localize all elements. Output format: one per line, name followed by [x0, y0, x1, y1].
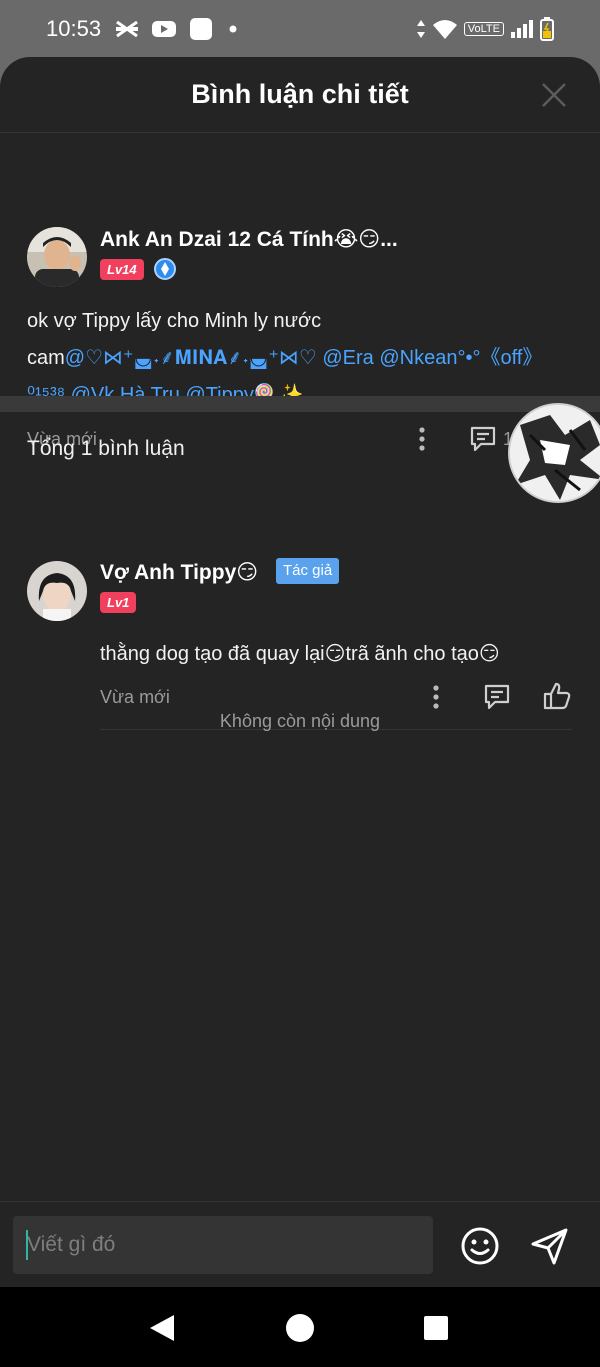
system-navigation-bar — [0, 1287, 600, 1367]
total-comments-label: Tổng 1 bình luận — [27, 437, 185, 460]
level-badge: Lv1 — [100, 592, 137, 613]
wifi-icon — [432, 20, 457, 39]
section-divider — [0, 396, 600, 412]
status-notification-icons — [115, 17, 241, 41]
status-time: 10:53 — [46, 16, 102, 41]
sheet-header: Bình luận chi tiết — [0, 57, 600, 133]
end-of-content-label: Không còn nội dung — [219, 711, 381, 731]
verified-badge-icon — [154, 258, 176, 280]
level-badge: Lv14 — [100, 259, 144, 280]
emoji-icon[interactable] — [460, 1226, 500, 1266]
comment-author-name[interactable]: Ank An Dzai 12 Cá Tính😭😏... — [100, 227, 398, 252]
comment-text-line2: cam@♡⋈⁺◛˖⸙𝐌𝐈𝐍𝐀⸙˖◛⁺⋈♡ @Era @Nkean°•°《off》 — [27, 340, 572, 377]
reply-text: thằng dog tạo đã quay lại😏trã ãnh cho tạ… — [100, 643, 500, 665]
volte-badge: VoLTE — [463, 22, 504, 36]
data-arrows-icon — [416, 20, 425, 38]
home-icon[interactable] — [285, 1313, 315, 1343]
avatar[interactable] — [27, 561, 87, 621]
mention-links[interactable]: @♡⋈⁺◛˖⸙𝐌𝐈𝐍𝐀⸙˖◛⁺⋈♡ @Era @Nkean°•°《off》 — [65, 347, 543, 369]
author-badge: Tác giả — [276, 558, 340, 584]
send-icon[interactable] — [530, 1226, 570, 1266]
dot-icon — [229, 25, 237, 33]
reply-time: Vừa mới — [100, 687, 170, 707]
comment-icon[interactable] — [483, 683, 511, 711]
comment-detail-sheet: Bình luận chi tiết Ank An Dzai 12 Cá Tín… — [0, 57, 600, 1287]
battery-icon — [540, 17, 554, 41]
recents-icon[interactable] — [423, 1315, 449, 1341]
comment-input-bar — [0, 1201, 600, 1287]
like-icon[interactable] — [542, 681, 572, 711]
signal-icon — [511, 20, 533, 38]
youtube-icon — [152, 21, 177, 37]
floating-bubble-avatar[interactable] — [508, 403, 600, 503]
more-icon[interactable] — [412, 426, 432, 452]
sheet-title: Bình luận chi tiết — [191, 79, 409, 109]
app-icon — [190, 18, 213, 40]
close-icon[interactable] — [540, 81, 568, 109]
reply-author-name[interactable]: Vợ Anh Tippy😏 — [100, 560, 258, 585]
status-bar: 10:53 VoLTE — [0, 0, 600, 58]
capcut-icon — [116, 20, 139, 38]
more-icon[interactable] — [426, 684, 446, 710]
avatar[interactable] — [27, 227, 87, 287]
back-icon[interactable] — [148, 1313, 176, 1343]
comment-icon[interactable] — [469, 425, 497, 453]
comment-input[interactable] — [13, 1216, 433, 1274]
comment-text-line1: ok vợ Tippy lấy cho Minh ly nước — [27, 310, 322, 332]
status-system-icons: VoLTE — [416, 17, 554, 41]
comment-text-cam: cam — [27, 347, 65, 369]
text-caret — [26, 1230, 28, 1260]
